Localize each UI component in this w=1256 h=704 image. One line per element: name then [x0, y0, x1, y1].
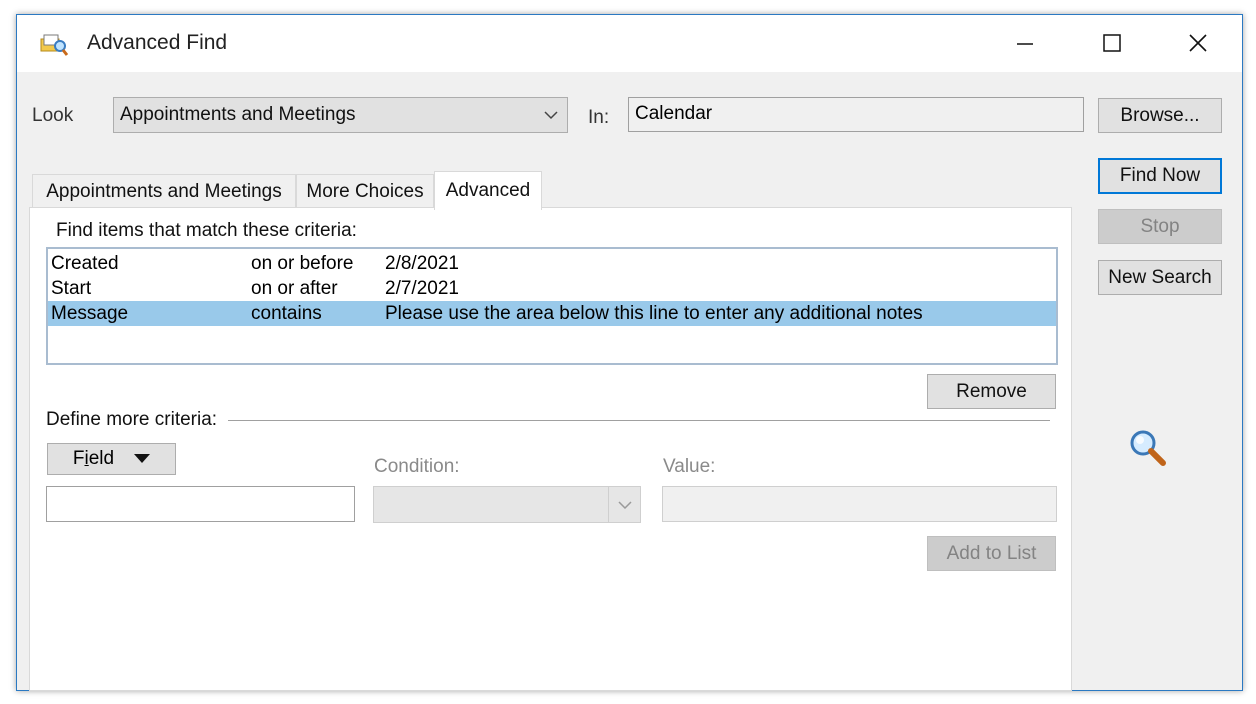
tab-more-choices[interactable]: More Choices: [296, 174, 434, 208]
criteria-row[interactable]: Created on or before 2/8/2021: [48, 251, 1056, 276]
look-select-value: Appointments and Meetings: [120, 104, 356, 125]
remove-button[interactable]: Remove: [927, 374, 1056, 409]
criteria-value: Please use the area below this line to e…: [385, 303, 923, 324]
criteria-row-selected[interactable]: Message contains Please use the area bel…: [48, 301, 1056, 326]
add-to-list-button[interactable]: Add to List: [927, 536, 1056, 571]
value-label: Value:: [663, 456, 716, 477]
criteria-list[interactable]: Created on or before 2/8/2021 Start on o…: [46, 247, 1058, 365]
field-button-label: Field: [72, 448, 115, 469]
advanced-find-window: Advanced Find Look Appointments and Meet…: [16, 14, 1243, 691]
in-label: In:: [588, 107, 610, 128]
tab-advanced[interactable]: Advanced: [434, 171, 542, 210]
chevron-down-icon: [617, 500, 632, 509]
criteria-field: Message: [51, 303, 129, 324]
advanced-tab-page: Find items that match these criteria: Cr…: [29, 207, 1072, 691]
stop-button[interactable]: Stop: [1098, 209, 1222, 244]
criteria-row[interactable]: Start on or after 2/7/2021: [48, 276, 1056, 301]
condition-dropdown-toggle[interactable]: [608, 487, 640, 522]
criteria-condition: on or before: [251, 253, 354, 274]
in-folder-field[interactable]: Calendar: [628, 97, 1084, 132]
window-title: Advanced Find: [87, 31, 228, 54]
dialog-client-area: Look Appointments and Meetings In: Calen…: [17, 72, 1242, 691]
close-button[interactable]: [1175, 23, 1221, 63]
condition-label: Condition:: [374, 456, 460, 477]
dropdown-arrow-icon: [134, 454, 151, 463]
value-input[interactable]: [662, 486, 1057, 522]
condition-select[interactable]: [373, 486, 641, 523]
browse-button[interactable]: Browse...: [1098, 98, 1222, 133]
criteria-field: Created: [51, 253, 119, 274]
criteria-condition: on or after: [251, 278, 338, 299]
field-dropdown-button[interactable]: Field: [47, 443, 176, 475]
chevron-down-icon: [544, 111, 558, 120]
criteria-value: 2/7/2021: [385, 278, 459, 299]
minimize-icon: [1017, 43, 1033, 45]
criteria-heading: Find items that match these criteria:: [56, 220, 357, 241]
title-bar[interactable]: Advanced Find: [17, 15, 1242, 72]
look-select[interactable]: Appointments and Meetings: [113, 97, 568, 133]
look-label: Look: [32, 105, 74, 126]
close-icon: [1189, 34, 1207, 52]
define-criteria-heading: Define more criteria:: [46, 409, 218, 430]
criteria-condition: contains: [251, 303, 322, 324]
magnifier-icon: [1130, 430, 1166, 466]
criteria-value: 2/8/2021: [385, 253, 459, 274]
field-name-input[interactable]: [46, 486, 355, 522]
tab-appointments-and-meetings[interactable]: Appointments and Meetings: [32, 174, 296, 208]
maximize-icon: [1103, 34, 1121, 52]
criteria-field: Start: [51, 278, 92, 299]
maximize-button[interactable]: [1089, 23, 1135, 63]
group-divider: [228, 420, 1050, 421]
minimize-button[interactable]: [1002, 23, 1048, 63]
find-now-button[interactable]: Find Now: [1098, 158, 1222, 194]
advanced-find-app-icon: [40, 34, 69, 56]
new-search-button[interactable]: New Search: [1098, 260, 1222, 295]
